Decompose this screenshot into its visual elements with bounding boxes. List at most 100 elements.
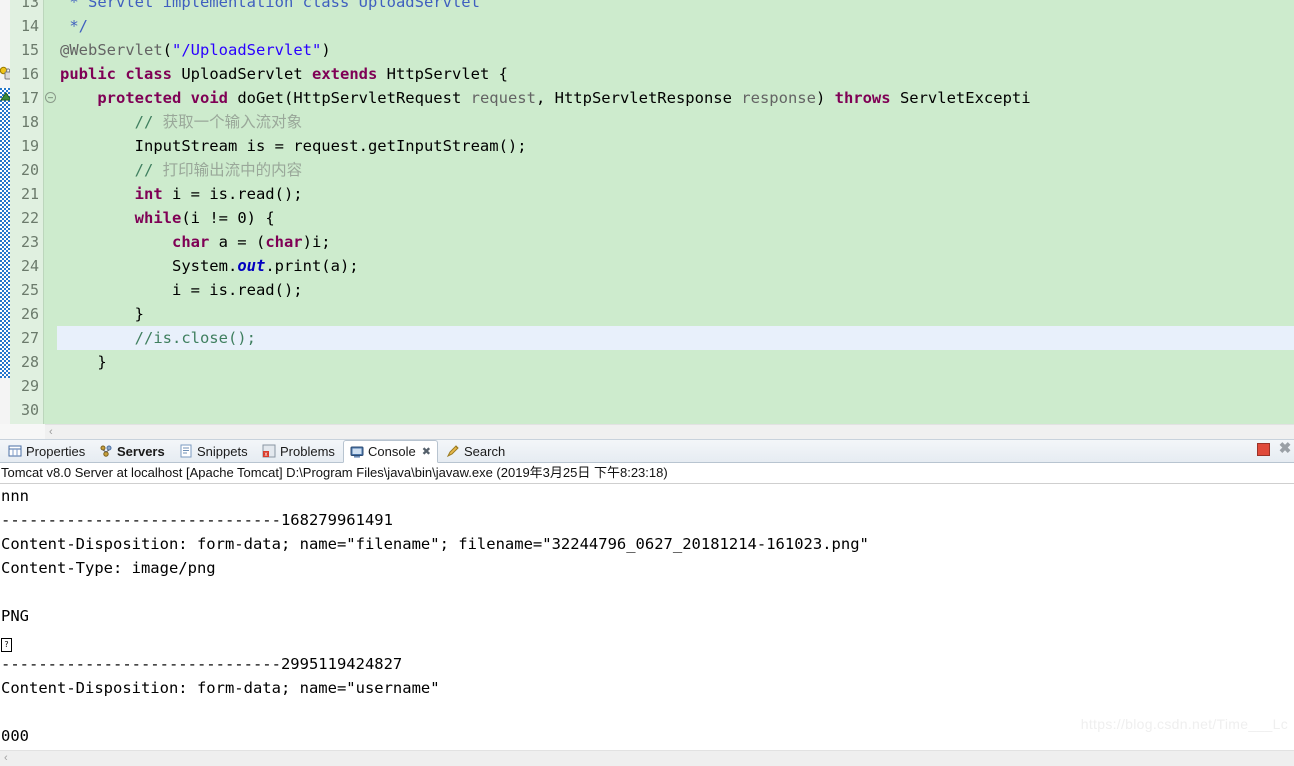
code-token: extends bbox=[312, 65, 378, 83]
code-token: ) bbox=[321, 41, 331, 59]
console-scroll-left-arrow-icon[interactable]: ‹ bbox=[4, 751, 8, 766]
line-number-ruler: 13 14 15 16 17 18 19 20 21 22 23 24 25 26 27 28 29 30 bbox=[10, 0, 44, 424]
code-token: void bbox=[190, 89, 228, 107]
svg-text:x: x bbox=[265, 452, 268, 458]
line-number: 14 bbox=[20, 17, 39, 35]
code-line[interactable] bbox=[57, 374, 60, 398]
search-icon bbox=[446, 444, 460, 458]
fold-toggle-icon[interactable]: – bbox=[45, 92, 56, 103]
line-number: 29 bbox=[20, 377, 39, 395]
code-token: System. bbox=[60, 257, 238, 275]
code-line[interactable]: } bbox=[57, 350, 107, 374]
console-output[interactable]: 000 Content-Disposition: form-data; name=… bbox=[0, 484, 1294, 752]
code-editor[interactable]: 13 14 15 16 17 18 19 20 21 22 23 24 25 26 27 28 29 30 – *… bbox=[0, 0, 1294, 424]
code-text[interactable]: * Servlet implementation class UploadSer… bbox=[57, 0, 1294, 424]
panel-toolbar[interactable]: ✖ bbox=[1257, 441, 1292, 456]
code-token: InputStream is = request.getInputStream(… bbox=[60, 137, 527, 155]
bottom-view-panel: ✖ Properties Servers Snippets x Problems Cons… bbox=[0, 439, 1294, 766]
line-number: 13 bbox=[20, 0, 39, 11]
tab-servers[interactable]: Servers bbox=[93, 440, 171, 462]
code-token: char bbox=[171, 233, 210, 251]
code-token: request bbox=[470, 89, 536, 107]
tab-search[interactable]: Search bbox=[440, 440, 511, 462]
remove-launch-button[interactable]: ✖ bbox=[1278, 441, 1292, 456]
line-number: 27 bbox=[20, 329, 39, 347]
code-token: i = is.read(); bbox=[60, 281, 303, 299]
line-number: 17 bbox=[20, 89, 39, 107]
code-line[interactable]: * Servlet implementation class UploadSer… bbox=[57, 0, 480, 14]
code-token: i = is.read(); bbox=[162, 185, 303, 203]
code-line[interactable]: System.out.print(a); bbox=[57, 254, 359, 278]
close-icon[interactable]: ✖ bbox=[422, 445, 431, 458]
code-token: protected bbox=[97, 89, 182, 107]
line-number: 30 bbox=[20, 401, 39, 419]
code-line[interactable]: i = is.read(); bbox=[57, 278, 303, 302]
code-line[interactable] bbox=[57, 398, 60, 422]
tab-snippets[interactable]: Snippets bbox=[173, 440, 254, 462]
line-number: 25 bbox=[20, 281, 39, 299]
code-token: */ bbox=[60, 17, 88, 35]
code-token: ) bbox=[815, 89, 835, 107]
code-token: @WebServlet bbox=[60, 41, 163, 59]
code-token: class bbox=[125, 65, 173, 83]
tab-label: Snippets bbox=[197, 443, 248, 459]
tab-label: Search bbox=[464, 443, 506, 459]
code-line[interactable]: int i = is.read(); bbox=[57, 182, 303, 206]
console-line: 000 bbox=[1, 727, 29, 745]
line-number: 19 bbox=[20, 137, 39, 155]
tab-problems[interactable]: x Problems bbox=[256, 440, 341, 462]
code-line[interactable]: // 获取一个输入流对象 bbox=[57, 110, 303, 134]
view-tab-bar[interactable]: ✖ Properties Servers Snippets x Problems Cons… bbox=[0, 440, 1294, 463]
code-token: HttpServlet { bbox=[377, 65, 508, 83]
scroll-left-arrow-icon[interactable]: ‹ bbox=[49, 425, 53, 440]
code-token: 获取一个输入流对象 bbox=[162, 113, 303, 131]
snippets-icon bbox=[179, 444, 193, 458]
editor-horizontal-scrollbar[interactable]: ‹ bbox=[45, 424, 1294, 440]
console-line: ------------------------------1682799614… bbox=[1, 511, 393, 529]
code-token: )i; bbox=[302, 233, 331, 251]
code-token: , HttpServletResponse bbox=[535, 89, 742, 107]
code-line[interactable]: protected void doGet(HttpServletRequest … bbox=[57, 86, 1030, 110]
line-number: 16 bbox=[20, 65, 39, 83]
code-line[interactable]: */ bbox=[57, 14, 88, 38]
code-token: out bbox=[237, 257, 266, 275]
properties-icon bbox=[8, 444, 22, 458]
code-line[interactable]: @WebServlet("/UploadServlet") bbox=[57, 38, 331, 62]
folding-ruler[interactable]: – bbox=[45, 0, 57, 424]
code-line[interactable]: InputStream is = request.getInputStream(… bbox=[57, 134, 527, 158]
console-line: nnn bbox=[1, 487, 29, 505]
code-token: .print(a); bbox=[265, 257, 359, 275]
code-line[interactable]: // 打印输出流中的内容 bbox=[57, 158, 303, 182]
code-token: 打印输出流中的内容 bbox=[162, 161, 303, 179]
problems-icon: x bbox=[262, 444, 276, 458]
code-token: } bbox=[60, 305, 144, 323]
tab-console[interactable]: Console ✖ bbox=[343, 440, 438, 463]
line-number: 24 bbox=[20, 257, 39, 275]
line-number: 15 bbox=[20, 41, 39, 59]
line-number: 26 bbox=[20, 305, 39, 323]
code-line[interactable]: } bbox=[57, 302, 144, 326]
code-line[interactable]: //is.close(); bbox=[57, 326, 1294, 350]
line-number: 21 bbox=[20, 185, 39, 203]
code-token: public bbox=[60, 65, 116, 83]
console-process-label: Tomcat v8.0 Server at localhost [Apache … bbox=[0, 463, 1294, 484]
line-number: 23 bbox=[20, 233, 39, 251]
code-line[interactable]: char a = (char)i; bbox=[57, 230, 331, 254]
code-line[interactable]: while(i != 0) { bbox=[57, 206, 275, 230]
editor-scroll-corner bbox=[0, 424, 45, 439]
line-number: 18 bbox=[20, 113, 39, 131]
tab-properties[interactable]: Properties bbox=[2, 440, 91, 462]
code-token: while bbox=[134, 209, 182, 227]
code-line[interactable]: public class UploadServlet extends HttpS… bbox=[57, 62, 508, 86]
code-token: UploadServlet bbox=[172, 65, 312, 83]
console-line: Content-Type: image/png bbox=[1, 559, 216, 577]
console-line: PNG bbox=[1, 607, 29, 625]
console-horizontal-scrollbar[interactable]: ‹ bbox=[0, 750, 1294, 766]
code-token: } bbox=[60, 353, 107, 371]
terminate-button[interactable] bbox=[1257, 442, 1270, 456]
console-line: Content-Disposition: form-data; name="us… bbox=[1, 679, 440, 697]
